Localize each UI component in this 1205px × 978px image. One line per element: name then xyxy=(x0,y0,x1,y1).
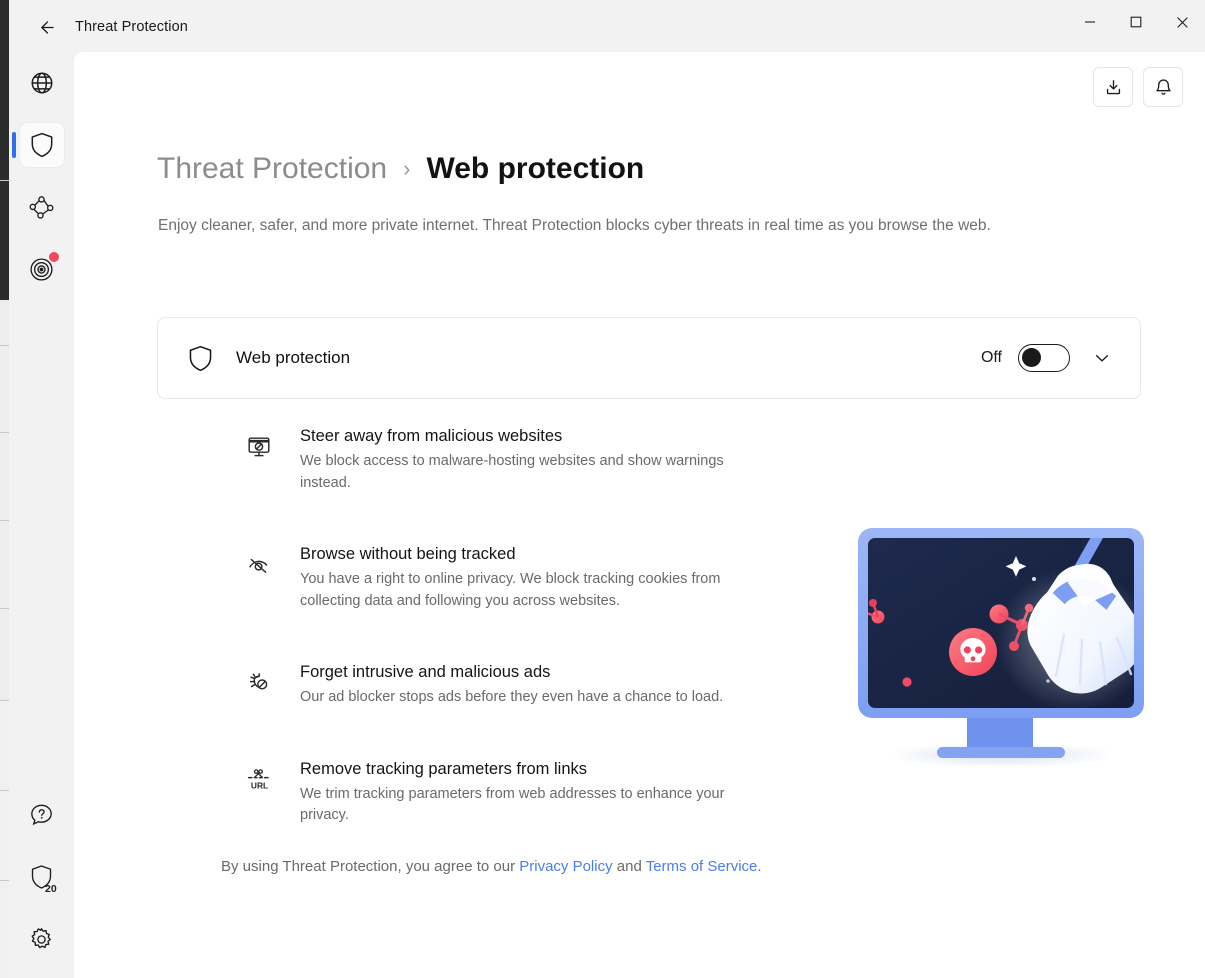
close-icon xyxy=(1176,16,1188,28)
legal-middle: and xyxy=(612,858,646,875)
security-score-count: 20 xyxy=(45,883,57,895)
shield-icon xyxy=(31,132,52,158)
feature-icon xyxy=(242,666,276,700)
illustration-container xyxy=(836,472,1166,787)
feature-icon xyxy=(242,430,276,464)
help-icon xyxy=(31,804,52,825)
feature-item: URL Remove tracking parameters from link… xyxy=(242,757,762,827)
web-protection-label: Web protection xyxy=(236,348,351,367)
card-shield-icon xyxy=(185,344,215,373)
sidebar-top-section xyxy=(9,52,74,300)
desktop-edge-middle xyxy=(0,300,9,700)
desktop-edge-line xyxy=(0,180,9,181)
desktop-edge-line xyxy=(0,880,9,881)
desktop-edge-line xyxy=(0,345,9,346)
main-content: Threat Protection › Web protection Enjoy… xyxy=(74,52,1205,978)
sidebar-item-settings[interactable] xyxy=(9,908,74,970)
feature-icon xyxy=(242,548,276,582)
desktop-edge-line xyxy=(0,432,9,433)
legal-suffix: . xyxy=(757,858,762,875)
monitor-blocked-icon xyxy=(248,437,270,457)
sidebar-item-threat-protection[interactable] xyxy=(9,114,74,176)
expand-web-protection-button[interactable] xyxy=(1086,342,1118,374)
privacy-policy-link[interactable]: Privacy Policy xyxy=(519,858,612,875)
web-protection-controls: Off xyxy=(981,342,1118,374)
toggle-knob xyxy=(1022,347,1041,367)
bell-icon xyxy=(1155,78,1171,95)
maximize-icon xyxy=(1130,16,1142,28)
feature-desc: You have a right to online privacy. We b… xyxy=(300,571,721,609)
breadcrumb: Threat Protection › Web protection xyxy=(157,152,644,186)
close-button[interactable] xyxy=(1159,0,1205,44)
feature-item: Steer away from malicious websites We bl… xyxy=(242,424,762,494)
desktop-edge-top xyxy=(0,0,9,300)
desktop-edge-line xyxy=(0,520,9,521)
sidebar-bottom-section: 20 xyxy=(9,784,74,970)
web-protection-card: Web protection Off xyxy=(157,317,1141,399)
notification-badge xyxy=(49,252,59,262)
monitor-broom-malware-illustration xyxy=(858,528,1144,768)
legal-prefix: By using Threat Protection, you agree to… xyxy=(221,858,520,875)
feature-desc: We block access to malware-hosting websi… xyxy=(300,453,724,491)
page-subtitle: Enjoy cleaner, safer, and more private i… xyxy=(158,217,991,234)
meshnet-icon xyxy=(29,195,54,219)
feature-icon: URL xyxy=(242,763,276,797)
bug-blocked-icon xyxy=(249,673,268,690)
sidebar-item-meshnet[interactable] xyxy=(9,176,74,238)
terms-of-service-link[interactable]: Terms of Service xyxy=(646,858,758,875)
feature-title: Forget intrusive and malicious ads xyxy=(300,663,551,681)
title-bar: Threat Protection xyxy=(9,0,1205,52)
desktop-edge-line xyxy=(0,700,9,701)
eye-off-icon xyxy=(249,558,268,573)
back-button[interactable] xyxy=(29,12,65,42)
content-toolbar xyxy=(1093,67,1183,107)
feature-item: Browse without being tracked You have a … xyxy=(242,542,762,612)
scissors-url-icon: URL xyxy=(247,769,269,790)
feature-desc: We trim tracking parameters from web add… xyxy=(300,785,725,824)
shield-icon xyxy=(189,345,211,371)
window-controls xyxy=(1067,0,1205,44)
main-window: Threat Protection 20 Threat Protection ›… xyxy=(9,0,1205,978)
desktop-edge-line xyxy=(0,790,9,791)
url-label: URL xyxy=(250,780,267,790)
desktop-edge-bottom xyxy=(0,700,9,978)
sidebar: 20 xyxy=(9,52,74,978)
globe-icon xyxy=(31,72,52,94)
sidebar-item-dark-web-monitor[interactable] xyxy=(9,238,74,300)
breadcrumb-separator: › xyxy=(403,156,411,181)
web-protection-toggle[interactable] xyxy=(1018,344,1070,372)
web-protection-state: Off xyxy=(980,349,1002,366)
sidebar-item-help[interactable] xyxy=(9,784,74,846)
maximize-button[interactable] xyxy=(1113,0,1159,44)
feature-list: Steer away from malicious websites We bl… xyxy=(242,424,762,827)
feature-desc: Our ad blocker stops ads before they eve… xyxy=(300,689,724,705)
sidebar-item-vpn[interactable] xyxy=(9,52,74,114)
minimize-button[interactable] xyxy=(1067,0,1113,44)
feature-title: Steer away from malicious websites xyxy=(300,427,563,445)
downloads-button[interactable] xyxy=(1093,67,1133,107)
gear-icon xyxy=(31,927,51,948)
application-window: Threat Protection 20 Threat Protection ›… xyxy=(0,0,1205,978)
notifications-button[interactable] xyxy=(1143,67,1183,107)
feature-item: Forget intrusive and malicious ads Our a… xyxy=(242,660,762,709)
page-title: Web protection xyxy=(426,152,645,185)
download-icon xyxy=(1106,79,1120,94)
minimize-icon xyxy=(1085,21,1095,23)
breadcrumb-parent[interactable]: Threat Protection xyxy=(157,152,387,186)
arrow-left-icon xyxy=(40,20,54,34)
chevron-down-icon xyxy=(1095,355,1109,362)
sidebar-item-security-score[interactable]: 20 xyxy=(9,846,74,908)
feature-title: Browse without being tracked xyxy=(300,545,516,563)
legal-text: By using Threat Protection, you agree to… xyxy=(221,858,762,875)
window-title: Threat Protection xyxy=(75,19,188,35)
feature-title: Remove tracking parameters from links xyxy=(300,759,588,778)
desktop-edge-line xyxy=(0,608,9,609)
